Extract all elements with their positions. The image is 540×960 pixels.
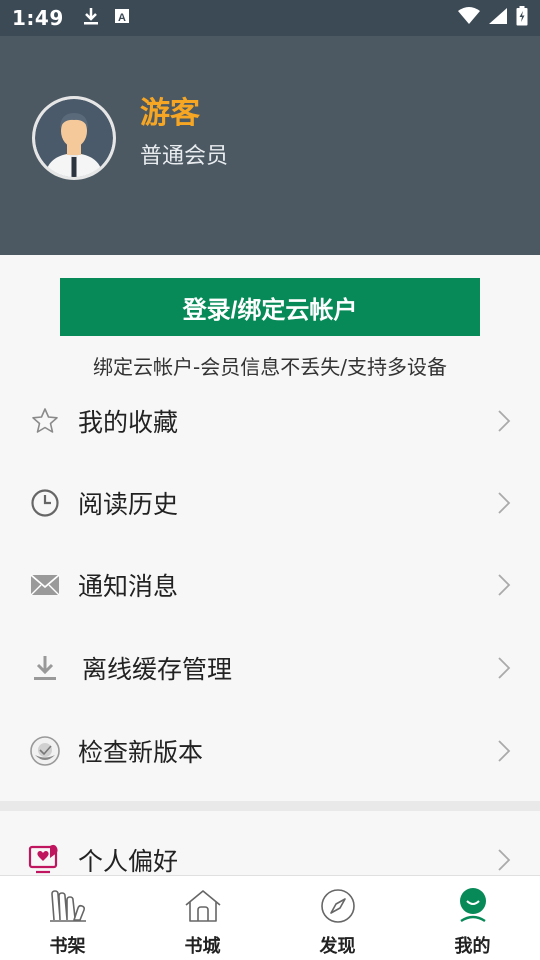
nav-label: 我的	[454, 936, 491, 957]
menu-item-label: 检查新版本	[78, 738, 204, 767]
login-bind-button[interactable]: 登录/绑定云帐户	[60, 278, 480, 336]
section-divider	[0, 801, 540, 811]
menu-item-check-update[interactable]: 检查新版本	[0, 710, 540, 792]
update-icon	[28, 734, 62, 768]
menu-item-offline-cache[interactable]: 离线缓存管理	[0, 627, 540, 709]
menu-item-label: 阅读历史	[78, 490, 179, 519]
menu-item-history[interactable]: 阅读历史	[0, 462, 540, 544]
chevron-right-icon	[498, 657, 511, 679]
wifi-icon	[458, 7, 480, 29]
menu-item-label: 个人偏好	[78, 847, 179, 876]
main-content: 登录/绑定云帐户 绑定云帐户-会员信息不丢失/支持多设备 我的收藏 阅读历史 通…	[0, 255, 540, 877]
nav-label: 书架	[49, 936, 86, 957]
bookstore-icon	[183, 886, 223, 926]
preference-icon	[28, 843, 62, 877]
user-avatar-icon[interactable]	[32, 96, 116, 180]
chevron-right-icon	[498, 410, 511, 432]
mail-icon	[28, 568, 62, 602]
menu-item-label: 通知消息	[78, 572, 179, 601]
nav-label: 书城	[184, 936, 221, 957]
star-icon	[28, 404, 62, 438]
clock-icon	[28, 486, 62, 520]
chevron-right-icon	[498, 740, 511, 762]
chevron-right-icon	[498, 849, 511, 871]
bottom-nav: 书架 书城 发现 我的	[0, 875, 540, 960]
status-time: 1:49	[12, 6, 64, 30]
menu-item-favorites[interactable]: 我的收藏	[0, 380, 540, 462]
profile-icon	[453, 886, 493, 926]
compass-icon	[318, 886, 358, 926]
download-icon	[28, 651, 62, 685]
battery-charging-icon	[516, 6, 528, 30]
bookshelf-icon	[48, 886, 88, 926]
menu-item-label: 我的收藏	[78, 408, 179, 437]
font-icon: A	[114, 8, 130, 28]
svg-text:A: A	[118, 12, 126, 24]
nav-item-discover[interactable]: 发现	[270, 876, 405, 960]
nav-label: 发现	[319, 936, 356, 957]
nav-item-bookstore[interactable]: 书城	[135, 876, 270, 960]
user-name: 游客	[140, 96, 200, 131]
status-bar: 1:49 A	[0, 0, 540, 36]
signal-icon	[488, 7, 508, 29]
profile-header: 游客 普通会员	[0, 36, 540, 255]
menu-item-notifications[interactable]: 通知消息	[0, 544, 540, 626]
nav-item-mine[interactable]: 我的	[405, 876, 540, 960]
nav-item-bookshelf[interactable]: 书架	[0, 876, 135, 960]
chevron-right-icon	[498, 492, 511, 514]
user-level: 普通会员	[140, 144, 229, 169]
login-hint: 绑定云帐户-会员信息不丢失/支持多设备	[93, 355, 447, 379]
menu-item-label: 离线缓存管理	[82, 655, 233, 684]
chevron-right-icon	[498, 574, 511, 596]
download-icon	[82, 6, 100, 30]
